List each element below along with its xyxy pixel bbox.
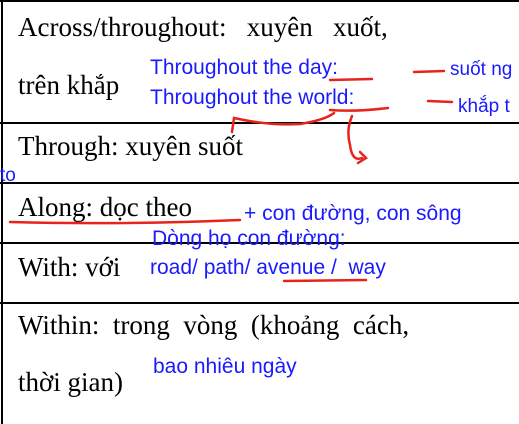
- annotation-suot-ngay: suốt ng: [450, 59, 513, 80]
- annotation-road-path: road/ path/: [150, 256, 257, 279]
- annotation-khap-the-gioi: khắp t: [458, 96, 510, 117]
- within-row-line2: thời gian): [18, 367, 124, 397]
- within-row-line1: Within: trong vòng (khoảng cách,: [18, 310, 410, 340]
- with-row: With: với: [18, 252, 121, 282]
- dash-khap: [426, 99, 454, 104]
- day-underline: [328, 77, 374, 82]
- row-divider-2: [0, 182, 519, 184]
- annotation-throughout-world: Throughout the world:: [150, 87, 354, 108]
- annotation-within-days: bao nhiêu ngày: [153, 355, 297, 378]
- across-row-line2: trên khắp: [18, 70, 120, 100]
- document-page: Across/throughout: xuyên xuốt, trên khắp…: [0, 0, 519, 424]
- annotation-to: to: [0, 165, 16, 186]
- row-divider-1: [0, 122, 519, 124]
- dash-suot: [412, 69, 446, 74]
- table-border-left: [1, 0, 3, 424]
- along-row: Along: dọc theo: [18, 192, 192, 222]
- annotation-throughout-day: Throughout the day:: [150, 57, 338, 78]
- annotation-dong-ho: Dòng họ con đường:: [152, 227, 346, 250]
- annotation-throughout-world-prefix: Throughout the: [150, 86, 299, 109]
- annotation-way: / way: [325, 256, 386, 279]
- avenue-underline: [282, 278, 368, 283]
- annotation-world-word: world: [298, 86, 349, 109]
- annotation-throughout-day-suffix: :: [332, 56, 338, 79]
- through-row: Through: xuyên suốt: [18, 131, 243, 161]
- annotation-avenue-word: avenue: [256, 256, 326, 279]
- annotation-with-road: road/ path/ avenue / way: [150, 257, 386, 278]
- hook-arrow-head: [356, 150, 368, 165]
- annotation-day-word: day: [298, 56, 333, 79]
- annotation-along-plus: + con đường, con sông: [244, 202, 462, 225]
- row-divider-4: [0, 302, 519, 304]
- table-border-top: [0, 0, 519, 2]
- annotation-throughout-day-prefix: Throughout the: [150, 56, 299, 79]
- across-row-line1: Across/throughout: xuyên xuốt,: [18, 12, 388, 42]
- annotation-throughout-world-suffix: :: [348, 86, 355, 109]
